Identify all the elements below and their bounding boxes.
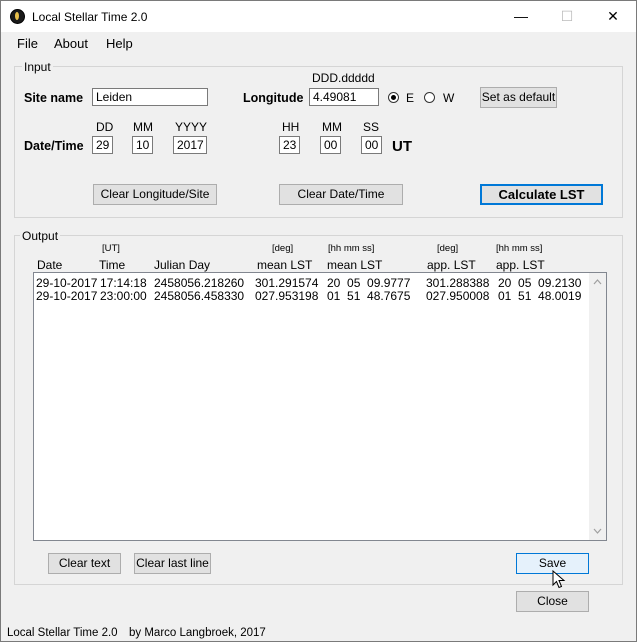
cell-mean-lst-hms: 01 51 48.7675 <box>327 289 411 303</box>
menu-file[interactable]: File <box>17 36 38 51</box>
cell-julian-day: 2458056.218260 <box>154 276 245 290</box>
longitude-format-label: DDD.ddddd <box>312 71 375 85</box>
west-radio-label: W <box>443 91 455 105</box>
output-list[interactable]: 29-10-2017 17:14:18 2458056.218260 301.2… <box>33 272 607 541</box>
minute-input[interactable]: 00 <box>320 136 341 154</box>
input-group-title: Input <box>22 60 53 74</box>
app-window: Local Stellar Time 2.0 — ☐ ✕ File About … <box>0 0 637 642</box>
app-deg-unit-label: [deg] <box>437 243 459 254</box>
cell-time: 23:00:00 <box>100 289 147 303</box>
cell-date: 29-10-2017 <box>36 289 98 303</box>
clear-longitude-site-button[interactable]: Clear Longitude/Site <box>93 184 217 205</box>
cell-mean-lst-hms: 20 05 09.9777 <box>327 276 411 290</box>
east-radio[interactable] <box>388 92 399 103</box>
app-logo-icon <box>10 9 25 24</box>
calculate-lst-button[interactable]: Calculate LST <box>480 184 603 205</box>
close-button[interactable]: Close <box>516 591 589 612</box>
menu-bar <box>1 32 636 54</box>
dd-label: DD <box>96 120 114 134</box>
west-radio[interactable] <box>424 92 435 103</box>
column-time: Time <box>99 258 126 272</box>
cell-mean-lst-deg: 027.953198 <box>255 289 319 303</box>
minimize-button[interactable]: — <box>498 1 544 32</box>
mean-hms-unit-label: [hh mm ss] <box>328 243 375 254</box>
scroll-up-icon <box>593 279 602 285</box>
column-mean-lst-deg: mean LST <box>257 258 313 272</box>
ss-label: SS <box>363 120 380 134</box>
clear-last-line-button[interactable]: Clear last line <box>134 553 211 574</box>
column-mean-lst-hms: mean LST <box>327 258 383 272</box>
ut-label: UT <box>392 138 412 155</box>
time-unit-label: [UT] <box>102 243 120 254</box>
maximize-button[interactable]: ☐ <box>544 1 590 32</box>
window-title: Local Stellar Time 2.0 <box>32 10 148 24</box>
year-input[interactable]: 2017 <box>173 136 207 154</box>
yyyy-label: YYYY <box>175 120 208 134</box>
longitude-input[interactable]: 4.49081 <box>309 88 379 106</box>
column-date: Date <box>37 258 63 272</box>
menu-about[interactable]: About <box>54 36 88 51</box>
status-app-name: Local Stellar Time 2.0 <box>7 627 118 639</box>
column-julian-day: Julian Day <box>154 258 211 272</box>
mouse-cursor-icon <box>552 570 566 589</box>
output-group-title: Output <box>20 229 61 243</box>
column-app-lst-hms: app. LST <box>496 258 545 272</box>
menu-help[interactable]: Help <box>106 36 133 51</box>
second-input[interactable]: 00 <box>361 136 382 154</box>
site-name-input[interactable]: Leiden <box>92 88 208 106</box>
east-radio-label: E <box>406 91 415 105</box>
day-input[interactable]: 29 <box>92 136 113 154</box>
mean-deg-unit-label: [deg] <box>272 243 294 254</box>
clear-text-button[interactable]: Clear text <box>48 553 121 574</box>
close-window-button[interactable]: ✕ <box>590 1 636 32</box>
set-as-default-button[interactable]: Set as default <box>480 87 557 108</box>
cell-app-lst-hms: 20 05 09.2130 <box>498 276 582 290</box>
app-hms-unit-label: [hh mm ss] <box>496 243 543 254</box>
month-input[interactable]: 10 <box>132 136 153 154</box>
minute-label: MM <box>322 120 342 134</box>
clear-date-time-button[interactable]: Clear Date/Time <box>279 184 403 205</box>
status-author: by Marco Langbroek, 2017 <box>129 627 266 639</box>
date-time-label: Date/Time <box>24 139 84 153</box>
cell-app-lst-deg: 301.288388 <box>426 276 490 290</box>
site-name-label: Site name <box>24 91 84 105</box>
cell-date: 29-10-2017 <box>36 276 98 290</box>
cell-app-lst-hms: 01 51 48.0019 <box>498 289 582 303</box>
longitude-label: Longitude <box>243 91 304 105</box>
scroll-down-icon <box>593 528 602 534</box>
month-label: MM <box>133 120 153 134</box>
hour-input[interactable]: 23 <box>279 136 300 154</box>
column-app-lst-deg: app. LST <box>427 258 476 272</box>
hh-label: HH <box>282 120 300 134</box>
cell-julian-day: 2458056.458330 <box>154 289 245 303</box>
output-scrollbar[interactable] <box>589 273 606 540</box>
cell-mean-lst-deg: 301.291574 <box>255 276 319 290</box>
cell-time: 17:14:18 <box>100 276 147 290</box>
cell-app-lst-deg: 027.950008 <box>426 289 490 303</box>
